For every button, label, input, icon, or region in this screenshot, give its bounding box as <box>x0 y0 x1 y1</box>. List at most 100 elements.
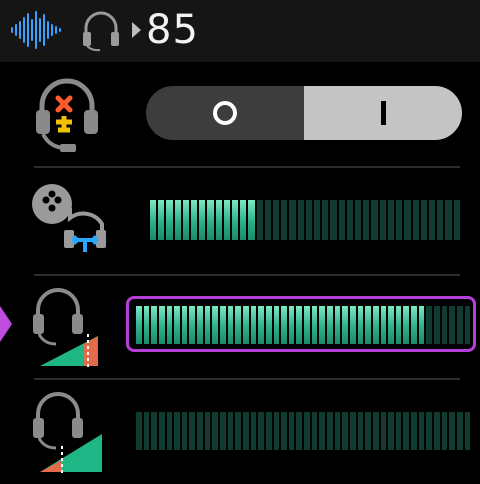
meter-segment <box>428 200 436 240</box>
meter-segment <box>273 200 280 240</box>
meter-segment <box>327 412 333 450</box>
meter-segment <box>396 200 403 240</box>
meter-segment <box>281 412 287 450</box>
meter-segment <box>379 200 386 240</box>
meter-segment <box>166 412 173 450</box>
controller-headset-chat-icon <box>32 184 106 252</box>
meter-segment <box>388 412 394 450</box>
meter-segment <box>297 200 304 240</box>
meter-segment <box>136 412 142 450</box>
meter-segment <box>395 412 402 450</box>
meter-segment <box>215 200 222 240</box>
meter-segment <box>235 412 241 450</box>
meter-segment <box>304 412 310 450</box>
mic-volume-slider[interactable] <box>136 412 471 450</box>
meter-segment <box>464 412 471 450</box>
meter-segment <box>357 412 364 450</box>
meter-segment <box>334 412 341 450</box>
meter-segment <box>248 200 255 240</box>
headset-volume-high-icon <box>33 288 98 370</box>
current-value-readout: 85 <box>146 7 199 53</box>
meter-segment <box>204 412 211 450</box>
meter-segment <box>420 200 427 240</box>
meter-segment <box>387 200 395 240</box>
meter-segment <box>349 412 356 450</box>
meter-segment <box>250 412 257 450</box>
meter-segment <box>227 412 234 450</box>
meter-segment <box>403 412 410 450</box>
meter-segment <box>445 200 452 240</box>
meter-segment <box>207 200 214 240</box>
meter-segment <box>197 412 203 450</box>
meter-segment <box>174 412 180 450</box>
meter-segment <box>449 412 455 450</box>
headset-mic-mute-icon <box>36 78 98 152</box>
meter-segment <box>264 200 272 240</box>
selection-highlight <box>126 296 476 352</box>
meter-segment <box>411 412 417 450</box>
meter-segment <box>223 200 231 240</box>
meter-segment <box>305 200 313 240</box>
meter-segment <box>174 200 181 240</box>
row-chat-mix <box>0 168 474 272</box>
headset-volume-low-icon <box>33 392 102 474</box>
audio-waveform-icon <box>11 11 61 49</box>
meter-segment <box>256 200 263 240</box>
off-ring-icon <box>213 101 237 125</box>
meter-segment <box>314 200 321 240</box>
meter-segment <box>265 412 272 450</box>
meter-segment <box>441 412 448 450</box>
meter-segment <box>372 412 379 450</box>
meter-segment <box>143 412 150 450</box>
meter-segment <box>232 200 239 240</box>
meter-segment <box>191 200 198 240</box>
meter-segment <box>342 412 348 450</box>
meter-segment <box>273 412 280 450</box>
meter-segment <box>296 412 303 450</box>
meter-segment <box>404 200 411 240</box>
meter-segment <box>166 200 173 240</box>
meter-segment <box>346 200 354 240</box>
meter-segment <box>281 200 288 240</box>
meter-segment <box>319 412 326 450</box>
meter-segment <box>412 200 419 240</box>
on-bar-icon <box>380 101 386 125</box>
meter-segment <box>182 200 190 240</box>
meter-segment <box>453 200 460 240</box>
meter-segment <box>433 412 440 450</box>
meter-segment <box>380 412 387 450</box>
toggle-off-segment[interactable] <box>146 86 304 140</box>
meter-segment <box>240 200 247 240</box>
meter-segment <box>338 200 345 240</box>
meter-segment <box>365 412 371 450</box>
meter-segment <box>363 200 370 240</box>
meter-segment <box>311 412 318 450</box>
meter-segment <box>371 200 378 240</box>
meter-segment <box>426 412 432 450</box>
headset-icon <box>83 11 119 52</box>
meter-segment <box>220 412 226 450</box>
meter-segment <box>181 412 188 450</box>
meter-segment <box>158 200 165 240</box>
meter-segment <box>212 412 219 450</box>
toggle-on-segment[interactable] <box>304 86 462 140</box>
chat-mix-slider[interactable] <box>150 200 460 240</box>
meter-segment <box>456 412 463 450</box>
row-sidetone-mute <box>0 62 474 166</box>
meter-segment <box>437 200 444 240</box>
meter-segment <box>151 412 157 450</box>
top-bar: 85 <box>0 0 480 62</box>
meter-segment <box>289 200 296 240</box>
meter-segment <box>330 200 337 240</box>
meter-segment <box>199 200 206 240</box>
meter-segment <box>158 412 165 450</box>
meter-segment <box>189 412 196 450</box>
sidetone-toggle[interactable] <box>146 86 462 140</box>
meter-segment <box>258 412 264 450</box>
meter-segment <box>150 200 157 240</box>
meter-segment <box>418 412 425 450</box>
meter-segment <box>322 200 329 240</box>
meter-segment <box>355 200 362 240</box>
meter-segment <box>288 412 295 450</box>
play-arrow-icon <box>132 22 141 38</box>
